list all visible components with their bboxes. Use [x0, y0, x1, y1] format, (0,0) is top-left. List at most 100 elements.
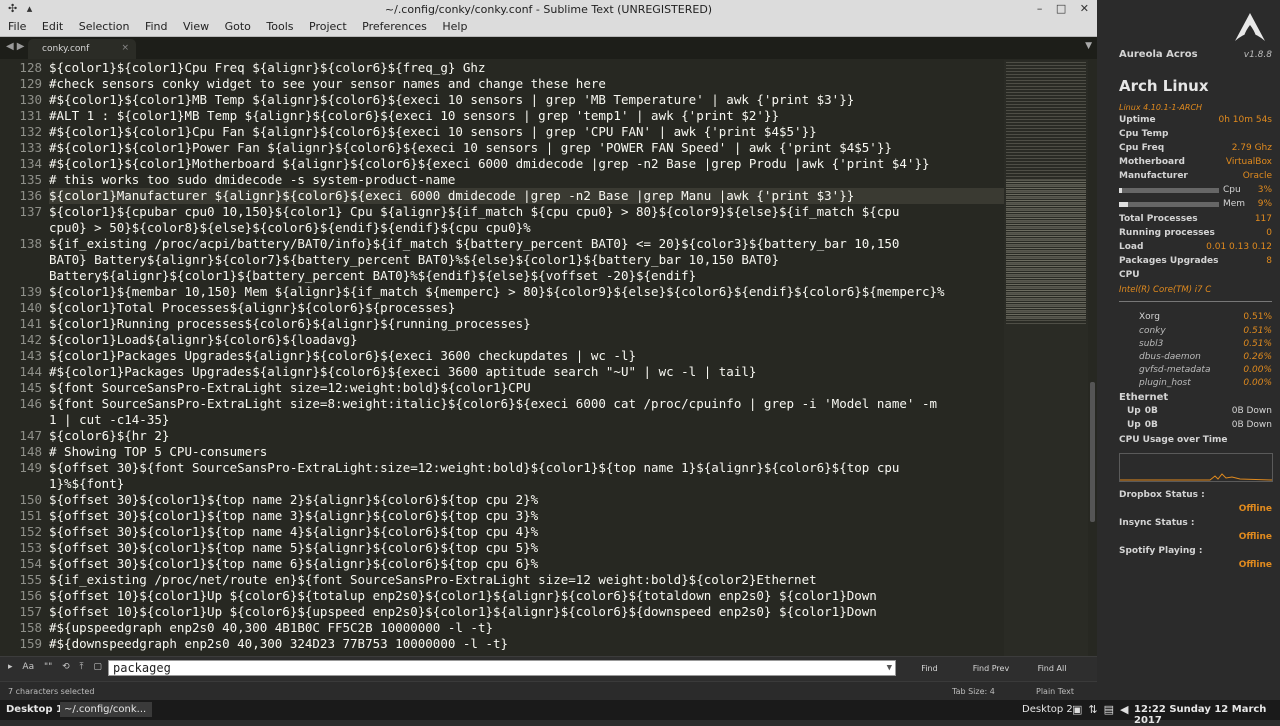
menu-goto[interactable]: Goto: [219, 19, 257, 33]
find-history-dropdown-icon[interactable]: ▼: [887, 661, 892, 676]
code-line[interactable]: #${downspeedgraph enp2s0 40,300 324D23 7…: [49, 636, 1004, 652]
desktop-1-button[interactable]: Desktop 1: [6, 704, 63, 715]
title-bar[interactable]: ✣ ▴ ~/.config/conky/conky.conf - Sublime…: [0, 0, 1097, 19]
tab-conky-conf[interactable]: conky.conf ×: [28, 39, 136, 59]
net-up-label: Up: [1127, 406, 1141, 416]
code-line[interactable]: # Showing TOP 5 CPU-consumers: [49, 444, 1004, 460]
code-line[interactable]: #${color1}${color1}Power Fan ${alignr}${…: [49, 140, 1004, 156]
code-line[interactable]: ${offset 30}${color1}${top name 6}${alig…: [49, 556, 1004, 572]
dropbox-status-label: Dropbox Status :: [1119, 490, 1205, 500]
code-line[interactable]: ${offset 30}${color1}${top name 2}${alig…: [49, 492, 1004, 508]
menu-preferences[interactable]: Preferences: [356, 19, 433, 33]
volume-icon[interactable]: ◀: [1120, 703, 1134, 716]
find-expand-icon[interactable]: ▸: [8, 662, 13, 672]
running-processes-value: 0: [1266, 228, 1272, 238]
code-line[interactable]: ${offset 30}${font SourceSansPro-ExtraLi…: [49, 460, 1004, 476]
menu-find[interactable]: Find: [139, 19, 174, 33]
wrap-toggle[interactable]: ⟲: [62, 662, 70, 672]
code-line[interactable]: Battery${alignr}${color1}${battery_perce…: [49, 268, 1004, 284]
line-number: [0, 268, 42, 284]
code-line[interactable]: ${offset 30}${color1}${top name 4}${alig…: [49, 524, 1004, 540]
code-line[interactable]: # this works too sudo dmidecode -s syste…: [49, 172, 1004, 188]
code-line[interactable]: #${color1}${color1}Cpu Fan ${alignr}${co…: [49, 124, 1004, 140]
network-icon[interactable]: ⇅: [1088, 703, 1103, 716]
folder-icon[interactable]: ▤: [1104, 703, 1120, 716]
taskbar-window-button[interactable]: ~/.config/conk...: [60, 702, 152, 717]
syntax-status[interactable]: Plain Text: [1036, 687, 1074, 696]
code-line[interactable]: ${offset 10}${color1}Up ${color6}${total…: [49, 588, 1004, 604]
code-line[interactable]: ${font SourceSansPro-ExtraLight size=12:…: [49, 380, 1004, 396]
code-line[interactable]: ${color1}Packages Upgrades${alignr}${col…: [49, 348, 1004, 364]
clock[interactable]: 12:22 Sunday 12 March 2017: [1134, 704, 1280, 726]
minimap[interactable]: [1004, 60, 1088, 656]
close-icon[interactable]: ✕: [1080, 2, 1089, 15]
code-line[interactable]: ${color1}${color1}Cpu Freq ${alignr}${co…: [49, 60, 1004, 76]
code-line[interactable]: ${color1}Total Processes${alignr}${color…: [49, 300, 1004, 316]
code-line[interactable]: #check sensors conky widget to see your …: [49, 76, 1004, 92]
code-editor[interactable]: 128 129 130 131 132 133 134 135 136 137 138 139 140 1…: [0, 60, 1097, 656]
menu-tools[interactable]: Tools: [260, 19, 299, 33]
line-number: 147: [19, 428, 42, 443]
code-line[interactable]: ${color1}${cpubar cpu0 10,150}${color1} …: [49, 204, 1004, 220]
highlight-toggle[interactable]: ▢: [93, 662, 102, 672]
in-selection-toggle[interactable]: ⤒: [80, 662, 84, 672]
code-line[interactable]: ${color6}${hr 2}: [49, 428, 1004, 444]
cpu-model: Intel(R) Core(TM) i7 C: [1119, 285, 1212, 295]
top-process-name: gvfsd-metadata: [1139, 365, 1211, 375]
net-speed-row: Up 0B 0B Down: [1127, 419, 1272, 432]
menu-selection[interactable]: Selection: [73, 19, 136, 33]
total-processes-value: 117: [1254, 214, 1272, 224]
minimize-icon[interactable]: –: [1037, 2, 1043, 15]
code-line[interactable]: cpu0} > 50}${color8}${else}${color6}${en…: [49, 220, 1004, 236]
taskbar: Desktop 1 ~/.config/conk... Desktop 2 ▣⇅…: [0, 700, 1280, 726]
tab-dropdown-icon[interactable]: ▼: [1085, 41, 1092, 51]
find-button[interactable]: Find: [902, 661, 957, 677]
code-line[interactable]: BAT0} Battery${alignr}${color7}${battery…: [49, 252, 1004, 268]
tab-size-status[interactable]: Tab Size: 4: [952, 687, 995, 696]
line-number: 129: [19, 76, 42, 91]
code-line[interactable]: #${color1}${color1}MB Temp ${alignr}${co…: [49, 92, 1004, 108]
code-line[interactable]: ${color1}Running processes${color6}${ali…: [49, 316, 1004, 332]
find-all-button[interactable]: Find All: [1024, 661, 1080, 677]
code-line[interactable]: ${color1}Load${alignr}${color6}${loadavg…: [49, 332, 1004, 348]
maximize-icon[interactable]: □: [1056, 2, 1066, 15]
find-prev-button[interactable]: Find Prev: [962, 661, 1020, 677]
code-line[interactable]: 1}%${font}: [49, 476, 1004, 492]
line-number: 148: [19, 444, 42, 459]
code-line[interactable]: ${offset 10}${color1}Up ${color6}${upspe…: [49, 604, 1004, 620]
code-line[interactable]: #${upspeedgraph enp2s0 40,300 4B1B0C FF5…: [49, 620, 1004, 636]
whole-word-toggle[interactable]: "": [44, 662, 52, 672]
code-line[interactable]: ${if_existing /proc/acpi/battery/BAT0/in…: [49, 236, 1004, 252]
status-bar: 7 characters selected Tab Size: 4 Plain …: [0, 681, 1097, 701]
tab-close-icon[interactable]: ×: [121, 43, 129, 53]
code-line[interactable]: #ALT 1 : ${color1}MB Temp ${alignr}${col…: [49, 108, 1004, 124]
code-line[interactable]: ${font SourceSansPro-ExtraLight size=8:w…: [49, 396, 1004, 412]
spotify-status-label: Spotify Playing :: [1119, 546, 1203, 556]
code-line[interactable]: ${color1}Manufacturer ${alignr}${color6}…: [49, 188, 1004, 204]
line-number: 137: [19, 204, 42, 219]
mem-usage-label: Mem: [1223, 199, 1246, 209]
code-text-area[interactable]: ${color1}${color1}Cpu Freq ${alignr}${co…: [49, 60, 1004, 652]
find-input[interactable]: packageg ▼: [108, 660, 896, 676]
conky-version: v1.8.8: [1243, 50, 1272, 60]
code-line[interactable]: #${color1}${color1}Motherboard ${alignr}…: [49, 156, 1004, 172]
chart-icon[interactable]: ▣: [1072, 703, 1088, 716]
menu-help[interactable]: Help: [436, 19, 473, 33]
menu-view[interactable]: View: [177, 19, 215, 33]
vertical-scrollbar[interactable]: [1088, 60, 1097, 656]
tab-scroll-arrows-icon[interactable]: ◀▶: [6, 41, 27, 52]
top-process-cpu: 0.00%: [1243, 378, 1272, 388]
code-line[interactable]: #${color1}Packages Upgrades${alignr}${co…: [49, 364, 1004, 380]
code-line[interactable]: ${if_existing /proc/net/route en}${font …: [49, 572, 1004, 588]
menu-edit[interactable]: Edit: [36, 19, 69, 33]
case-sensitive-toggle[interactable]: Aa: [22, 662, 34, 672]
code-line[interactable]: ${color1}${membar 10,150} Mem ${alignr}$…: [49, 284, 1004, 300]
code-line[interactable]: ${offset 30}${color1}${top name 3}${alig…: [49, 508, 1004, 524]
scrollbar-thumb[interactable]: [1090, 382, 1095, 522]
menu-project[interactable]: Project: [303, 19, 353, 33]
top-process-row: Xorg 0.51%: [1139, 311, 1272, 324]
menu-file[interactable]: File: [2, 19, 32, 33]
desktop-2-button[interactable]: Desktop 2: [1022, 704, 1073, 715]
code-line[interactable]: ${offset 30}${color1}${top name 5}${alig…: [49, 540, 1004, 556]
code-line[interactable]: 1 | cut -c14-35}: [49, 412, 1004, 428]
